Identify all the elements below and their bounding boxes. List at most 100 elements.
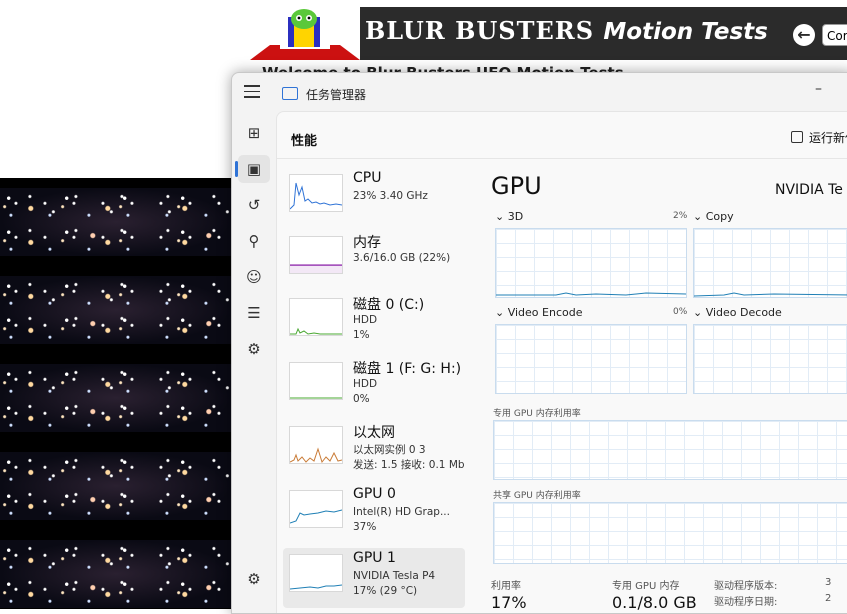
services-icon[interactable]: ⚙	[238, 335, 270, 363]
banner-title: BLUR BUSTERS Motion Tests	[365, 16, 768, 45]
shared-memory-label: 共享 GPU 内存利用率	[493, 491, 581, 501]
device-item-5[interactable]: GPU 0 Intel(R) HD Grap... 37%	[283, 484, 465, 544]
device-thumbnail-graph	[289, 490, 343, 528]
device-name: CPU	[353, 170, 382, 186]
dedicated-memory-stat-label: 专用 GPU 内存	[612, 581, 680, 592]
graph-line	[693, 292, 847, 297]
device-usage-line	[290, 327, 342, 335]
processes-icon[interactable]: ⊞	[238, 119, 270, 147]
device-name: GPU 1	[353, 550, 396, 566]
device-usage-line	[290, 397, 342, 399]
device-usage-line	[290, 584, 342, 590]
device-detail-2: 0%	[353, 393, 370, 405]
device-item-3[interactable]: 磁盘 1 (F: G: H:) HDD 0%	[283, 356, 465, 416]
driver-date-value: 2	[825, 593, 832, 604]
dedicated-memory-graph	[493, 420, 847, 480]
device-name: 内存	[353, 235, 381, 251]
graph-line	[496, 292, 687, 296]
app-history-icon[interactable]: ↺	[238, 191, 270, 219]
engine-label: Video Decode	[705, 306, 782, 319]
minimize-button[interactable]: –	[815, 81, 822, 97]
device-detail-2: 1%	[353, 329, 370, 341]
device-detail-1: NVIDIA Tesla P4	[353, 570, 436, 582]
gpu-model-name: NVIDIA Te	[775, 182, 843, 198]
utilization-label: 利用率	[491, 581, 521, 592]
device-detail-1: 23% 3.40 GHz	[353, 190, 428, 202]
utilization-value: 17%	[491, 593, 527, 612]
engine-selector-video-decode[interactable]: ⌄ Video Decode	[693, 306, 782, 319]
device-item-4[interactable]: 以太网以太网实例 0 3 发送: 1.5 接收: 0.1 Mb	[283, 420, 465, 480]
banner-subtitle: Motion Tests	[603, 19, 768, 45]
engine-graph-copy	[693, 228, 847, 298]
shared-memory-graph	[493, 502, 847, 564]
settings-gear-icon[interactable]: ⚙	[238, 565, 270, 593]
engine-graph-3d	[495, 228, 687, 298]
run-new-task-button[interactable]: 运行新任	[791, 129, 847, 146]
header-divider	[277, 158, 847, 159]
dedicated-memory-label: 专用 GPU 内存利用率	[493, 409, 581, 419]
engine-label: 3D	[507, 210, 524, 223]
continue-button[interactable]: Cor	[822, 24, 847, 46]
device-detail-1: 3.6/16.0 GB (22%)	[353, 252, 451, 264]
engine-selector-copy[interactable]: ⌄ Copy	[693, 210, 734, 223]
detail-title: GPU	[491, 172, 542, 200]
performance-icon[interactable]: ▣	[238, 155, 270, 183]
device-name: GPU 0	[353, 486, 396, 502]
banner-title-text: BLUR BUSTERS	[365, 16, 595, 45]
device-thumbnail-graph	[289, 298, 343, 336]
starfield-band	[0, 364, 232, 432]
blur-busters-banner: BLUR BUSTERS Motion Tests ← Cor	[250, 7, 847, 60]
engine-graph-video-decode	[693, 324, 847, 394]
details-icon[interactable]: ☰	[238, 299, 270, 327]
device-thumbnail-graph	[289, 554, 343, 592]
active-nav-indicator	[235, 161, 238, 177]
device-detail-2: 发送: 1.5 接收: 0.1 Mb	[353, 459, 465, 471]
device-detail-1: 以太网实例 0 3	[353, 444, 426, 456]
run-task-icon	[791, 131, 803, 143]
window-title: 任务管理器	[306, 88, 367, 102]
driver-version-label: 驱动程序版本:	[714, 581, 778, 592]
engine-selector-video-encode[interactable]: ⌄ Video Encode	[495, 306, 582, 319]
starfield-band	[0, 452, 232, 520]
device-item-0[interactable]: CPU 23% 3.40 GHz	[283, 168, 465, 228]
users-icon[interactable]: ☺	[238, 263, 270, 291]
device-thumbnail-graph	[289, 236, 343, 274]
device-item-6[interactable]: GPU 1 NVIDIA Tesla P4 17% (29 °C)	[283, 548, 465, 608]
title-bar: 任务管理器 –	[232, 73, 847, 111]
device-name: 以太网	[353, 425, 395, 441]
driver-date-label: 驱动程序日期:	[714, 597, 778, 608]
device-detail-1: HDD	[353, 314, 378, 326]
engine-graph-video-encode	[495, 324, 687, 394]
starfield-motion-test	[0, 178, 232, 609]
starfield-band	[0, 188, 232, 256]
engine-pct-video-encode: 0%	[673, 307, 688, 317]
starfield-band	[0, 540, 232, 608]
hamburger-menu-icon[interactable]	[244, 85, 260, 99]
engine-label: Video Encode	[507, 306, 583, 319]
device-thumbnail-graph	[289, 426, 343, 464]
engine-selector-3d[interactable]: ⌄ 3D	[495, 210, 523, 223]
device-thumbnail-graph	[289, 362, 343, 400]
device-item-1[interactable]: 内存 3.6/16.0 GB (22%)	[283, 230, 465, 290]
arrow-left-icon[interactable]: ←	[793, 24, 815, 46]
device-thumbnail-graph	[289, 174, 343, 212]
task-manager-window: 任务管理器 – ⊞ ▣ ↺ ⚲ ☺ ☰ ⚙ ⚙ 性能 运行新任 CPU 23% 3…	[231, 72, 847, 614]
starfield-band	[0, 276, 232, 344]
startup-apps-icon[interactable]: ⚲	[238, 227, 270, 255]
dedicated-memory-stat-value: 0.1/8.0 GB	[612, 593, 697, 612]
ufo-mascot-logo	[250, 7, 360, 60]
engine-label: Copy	[705, 210, 734, 223]
page-title: 性能	[291, 134, 318, 149]
device-usage-line	[290, 182, 342, 210]
device-detail-2: 17% (29 °C)	[353, 585, 418, 597]
device-name: 磁盘 1 (F: G: H:)	[353, 361, 462, 377]
device-item-2[interactable]: 磁盘 0 (C:) HDD 1%	[283, 292, 465, 352]
device-detail-1: HDD	[353, 378, 378, 390]
device-name: 磁盘 0 (C:)	[353, 297, 425, 313]
device-detail-1: Intel(R) HD Grap...	[353, 506, 450, 518]
task-manager-app-icon	[282, 87, 298, 100]
performance-panel: 性能 运行新任 CPU 23% 3.40 GHz 内存3.6/16.0 GB (22…	[276, 111, 847, 613]
navigation-rail: ⊞ ▣ ↺ ⚲ ☺ ☰ ⚙ ⚙	[232, 111, 276, 613]
device-usage-line	[290, 509, 342, 524]
run-task-label: 运行新任	[809, 131, 847, 145]
